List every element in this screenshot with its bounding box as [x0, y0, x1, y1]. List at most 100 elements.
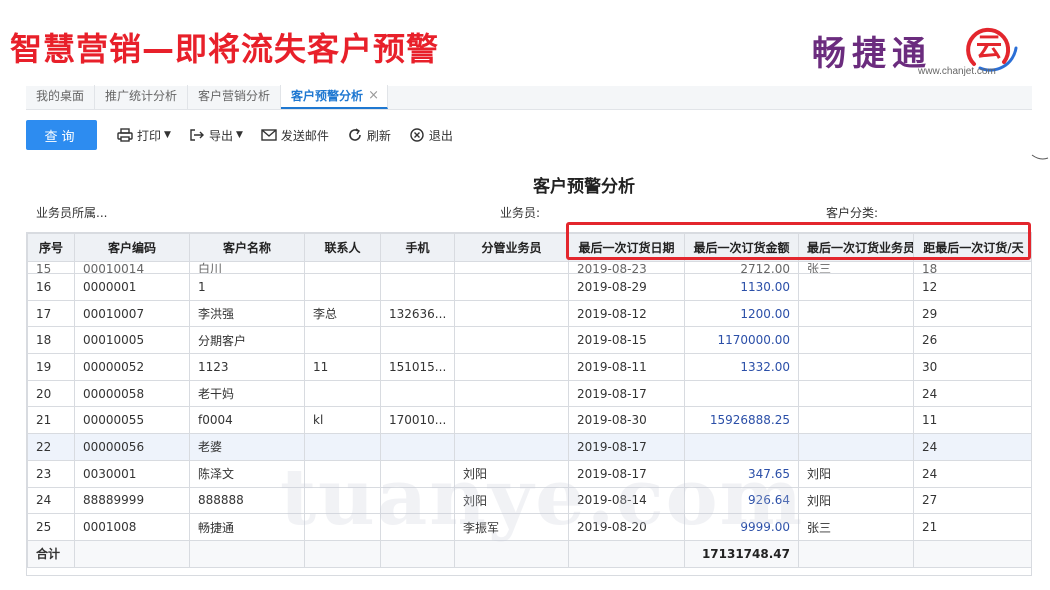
table-cell: 151015... [380, 353, 455, 381]
mail-icon [261, 129, 277, 141]
chanjet-logo: 畅捷通 云 www.chanjet.com [808, 14, 1038, 80]
table-cell [304, 326, 381, 355]
column-header[interactable]: 客户名称 [189, 233, 305, 262]
table-cell: 2019-08-23 [568, 261, 685, 274]
total-row: 合计 17131748.47 [27, 539, 1031, 568]
table-row[interactable]: 24 88889999 888888 刘阳 2019-08-14 926.64 刘阳 27 [27, 486, 1031, 515]
table-cell [684, 379, 799, 408]
table-cell [304, 459, 381, 488]
table-row[interactable]: 19 00000052 1123 11 151015... 2019-08-11 1332.… [27, 353, 1031, 381]
table-cell: 19 [27, 353, 75, 381]
table-cell: 27 [913, 486, 1031, 515]
filter-salesman[interactable]: 业务员: [500, 204, 540, 221]
table-row[interactable]: 16 0000001 1 2019-08-29 1130.00 12 [27, 273, 1031, 301]
table-cell: 1200.00 [684, 299, 799, 328]
query-button[interactable]: 查询 [26, 120, 97, 150]
print-button[interactable]: 打印 ▼ [117, 127, 171, 144]
table-cell [684, 433, 799, 461]
tab-promotion-stats[interactable]: 推广统计分析 [95, 85, 189, 109]
close-icon[interactable]: × [368, 85, 379, 107]
exit-button[interactable]: 退出 [409, 127, 453, 144]
table-cell: 2712.00 [684, 261, 799, 274]
cloud-logo-icon: 云 [966, 27, 1018, 72]
table-row[interactable]: 21 00000055 f0004 kl 170010... 2019-08-30 1592… [27, 406, 1031, 435]
table-cell [454, 299, 569, 328]
logo-mark-char: 云 [976, 33, 1002, 63]
report-title: 客户预警分析 [533, 177, 635, 197]
column-header[interactable]: 序号 [27, 233, 75, 262]
filter-customer-category[interactable]: 客户分类: [826, 204, 878, 221]
table-cell [380, 326, 455, 355]
table-cell: 老婆 [189, 433, 305, 461]
table-cell: 29 [913, 299, 1031, 328]
export-icon [190, 129, 204, 141]
report-grid[interactable]: 序号 客户编码 客户名称 联系人 手机 分管业务员 最后一次订货日期 最后一次订货金额 最后一次… [26, 232, 1032, 576]
table-cell [454, 379, 569, 408]
table-row[interactable]: 15 00010014 白川 2019-08-23 2712.00 张三 18 [27, 261, 1031, 274]
table-cell: 刘阳 [798, 486, 914, 515]
column-header[interactable]: 分管业务员 [454, 233, 569, 262]
table-row[interactable]: 25 0001008 畅捷通 李振军 2019-08-20 9999.00 张三 21 [27, 513, 1031, 541]
table-row[interactable]: 23 0030001 陈泽文 刘阳 2019-08-17 347.65 刘阳 24 [27, 459, 1031, 488]
export-button[interactable]: 导出 ▼ [189, 127, 243, 144]
table-row[interactable]: 17 00010007 李洪强 李总 132636... 2019-08-12 1200.0… [27, 299, 1031, 328]
table-cell [454, 273, 569, 301]
table-cell: 9999.00 [684, 513, 799, 541]
table-cell: 18 [27, 326, 75, 355]
table-cell: 24 [27, 486, 75, 515]
refresh-label: 刷新 [366, 128, 391, 143]
column-header[interactable]: 最后一次订货金额 [684, 233, 799, 262]
table-cell [380, 513, 455, 541]
table-cell: 刘阳 [454, 459, 569, 488]
total-cell [454, 539, 569, 568]
table-row[interactable]: 22 00000056 老婆 2019-08-17 24 [27, 433, 1031, 461]
table-cell [798, 353, 914, 381]
table-cell [454, 353, 569, 381]
table-cell: 21 [913, 513, 1031, 541]
column-header[interactable]: 手机 [380, 233, 455, 262]
column-header[interactable]: 最后一次订货日期 [568, 233, 685, 262]
column-header[interactable]: 距最后一次订货/天 [913, 233, 1031, 262]
table-cell: 17 [27, 299, 75, 328]
table-cell: 2019-08-17 [568, 433, 685, 461]
column-header[interactable]: 客户编码 [74, 233, 190, 262]
table-cell: 2019-08-20 [568, 513, 685, 541]
table-cell: 0001008 [74, 513, 190, 541]
table-cell [304, 433, 381, 461]
table-cell [380, 486, 455, 515]
logo-url: www.chanjet.com [918, 66, 996, 77]
table-cell [454, 326, 569, 355]
tab-bar: 我的桌面 推广统计分析 客户营销分析 客户预警分析 × [26, 85, 1032, 110]
table-cell: 畅捷通 [189, 513, 305, 541]
table-row[interactable]: 18 00010005 分期客户 2019-08-15 1170000.00 26 [27, 326, 1031, 355]
exit-circle-icon [410, 128, 424, 142]
table-cell: 1 [189, 273, 305, 301]
table-cell [798, 326, 914, 355]
table-cell: 15926888.25 [684, 406, 799, 435]
table-row[interactable]: 20 00000058 老干妈 2019-08-17 24 [27, 379, 1031, 408]
table-cell [304, 261, 381, 274]
table-cell: 88889999 [74, 486, 190, 515]
table-cell: 00000056 [74, 433, 190, 461]
table-cell: 2019-08-30 [568, 406, 685, 435]
table-cell: 2019-08-15 [568, 326, 685, 355]
table-cell: 18 [913, 261, 1031, 274]
column-header[interactable]: 联系人 [304, 233, 381, 262]
table-cell: 2019-08-17 [568, 379, 685, 408]
tab-my-desktop[interactable]: 我的桌面 [26, 85, 96, 109]
refresh-button[interactable]: 刷新 [347, 127, 391, 144]
table-cell [798, 273, 914, 301]
table-cell: 21 [27, 406, 75, 435]
table-cell: 00010007 [74, 299, 190, 328]
tab-customer-warning[interactable]: 客户预警分析 × [281, 85, 389, 109]
total-cell: 17131748.47 [684, 539, 799, 568]
table-cell: 2019-08-14 [568, 486, 685, 515]
table-cell: 00000058 [74, 379, 190, 408]
column-header[interactable]: 最后一次订货业务员 [798, 233, 914, 262]
table-cell: 1130.00 [684, 273, 799, 301]
filter-salesman-dept[interactable]: 业务员所属... [36, 204, 107, 221]
table-cell [304, 379, 381, 408]
total-cell [913, 539, 1031, 568]
send-mail-button[interactable]: 发送邮件 [261, 127, 329, 144]
tab-customer-marketing[interactable]: 客户营销分析 [188, 85, 282, 109]
